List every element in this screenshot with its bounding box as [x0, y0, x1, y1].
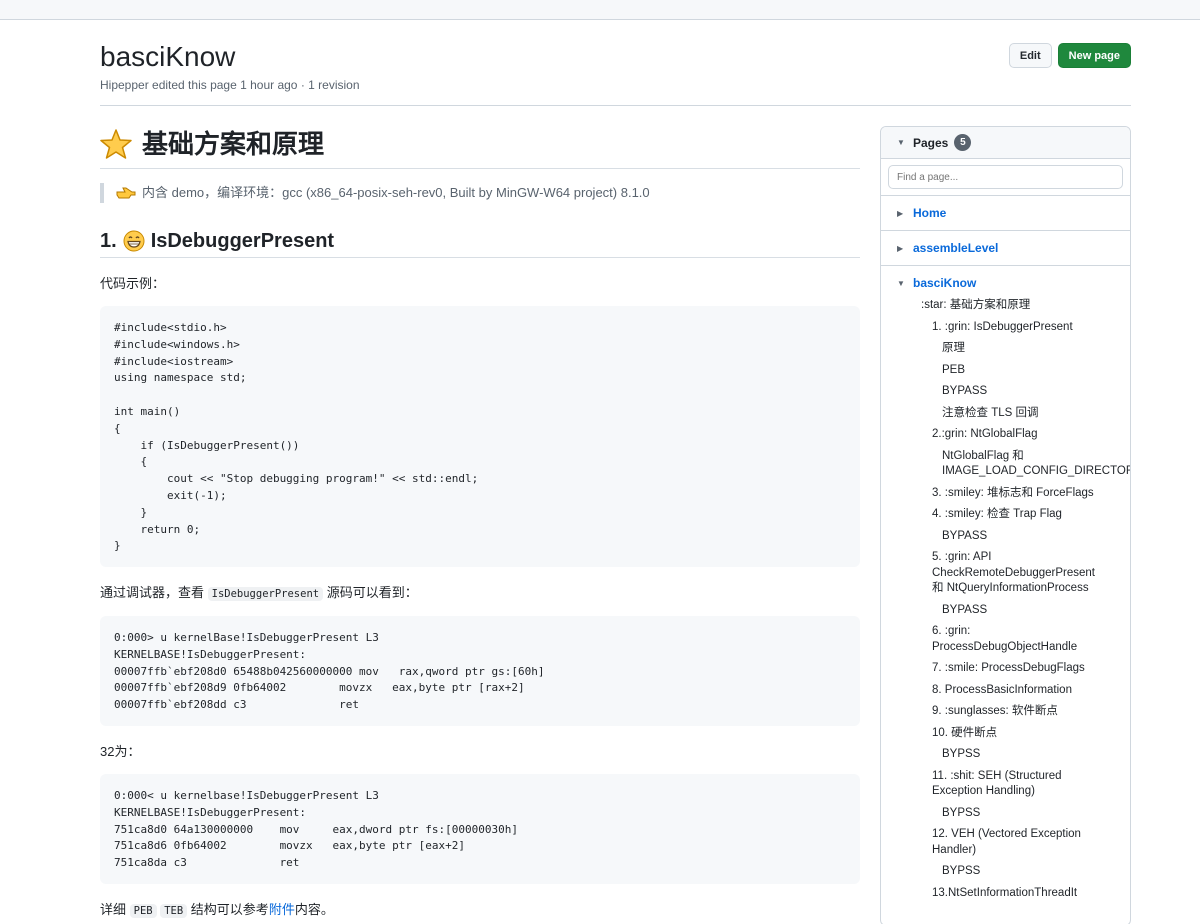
point-right-icon — [116, 187, 136, 199]
paragraph-text: 源码可以看到： — [323, 585, 418, 600]
heading-2: 1. IsDebuggerPresent — [100, 225, 860, 258]
toc-item[interactable]: BYPSS — [881, 747, 1130, 763]
code-block-disasm-32: 0:000< u kernelbase!IsDebuggerPresent L3… — [100, 774, 860, 884]
wiki-page-header: basciKnow Hipepper edited this page 1 ho… — [100, 40, 1131, 106]
paragraph-text: 详细 — [100, 902, 130, 917]
toc-item[interactable]: :star: 基础方案和原理 — [881, 298, 1130, 314]
toc-item[interactable]: 注意检查 TLS 回调 — [881, 406, 1130, 422]
toc-item[interactable]: 10. 硬件断点 — [881, 726, 1130, 742]
blockquote: 内含 demo，编译环境：gcc (x86_64-posix-seh-rev0,… — [100, 183, 860, 203]
page-title: basciKnow — [100, 41, 236, 72]
toc-item[interactable]: BYPSS — [881, 864, 1130, 880]
sidebar-page-label: Home — [913, 206, 947, 220]
pages-toggle[interactable]: ▼ Pages 5 — [881, 127, 1130, 159]
heading-1: 基础方案和原理 — [100, 124, 860, 169]
code-block-example: #include<stdio.h> #include<windows.h> #i… — [100, 306, 860, 567]
caret-right-icon: ▶ — [897, 208, 904, 218]
table-of-contents: :star: 基础方案和原理 1. :grin: IsDebuggerPresen… — [881, 290, 1130, 901]
paragraph-detail: 详细 PEB TEB 结构可以参考附件内容。 — [100, 900, 860, 921]
caret-down-icon: ▼ — [897, 138, 905, 147]
toc-item[interactable]: NtGlobalFlag 和 IMAGE_LOAD_CONFIG_DIRECTO… — [881, 449, 1130, 480]
code-block-disasm-64: 0:000> u kernelBase!IsDebuggerPresent L3… — [100, 616, 860, 726]
toc-item[interactable]: 1. :grin: IsDebuggerPresent — [881, 320, 1130, 336]
toc-item[interactable]: BYPASS — [881, 603, 1130, 619]
blockquote-text: 内含 demo，编译环境：gcc (x86_64-posix-seh-rev0,… — [142, 185, 650, 200]
pages-count-badge: 5 — [954, 134, 972, 151]
edit-button[interactable]: Edit — [1008, 43, 1052, 68]
sidebar-page-basciknow[interactable]: ▼ basciKnow — [881, 266, 1130, 290]
toc-item[interactable]: 3. :smiley: 堆标志和 ForceFlags — [881, 486, 1130, 502]
toc-item[interactable]: 6. :grin: ProcessDebugObjectHandle — [881, 624, 1130, 655]
pages-label: Pages — [913, 135, 949, 150]
toc-item[interactable]: 12. VEH (Vectored Exception Handler) — [881, 827, 1130, 858]
inline-code: IsDebuggerPresent — [207, 587, 324, 601]
paragraph-text: 内容。 — [294, 902, 334, 917]
caret-down-icon: ▼ — [897, 278, 905, 288]
header-actions: Edit New page — [1008, 43, 1131, 68]
toc-item[interactable]: 11. :shit: SEH (Structured Exception Han… — [881, 769, 1130, 800]
page-meta: Hipepper edited this page 1 hour ago · 1… — [100, 78, 360, 92]
inline-code: TEB — [160, 904, 188, 918]
toc-item[interactable]: 2.:grin: NtGlobalFlag — [881, 427, 1130, 443]
heading-2-text: IsDebuggerPresent — [150, 230, 335, 252]
sidebar-page-label: assembleLevel — [913, 241, 999, 255]
toc-item[interactable]: 7. :smile: ProcessDebugFlags — [881, 661, 1130, 677]
toc-item[interactable]: 8. ProcessBasicInformation — [881, 683, 1130, 699]
attachment-link[interactable]: 附件 — [269, 902, 295, 917]
toc-item[interactable]: 4. :smiley: 检查 Trap Flag — [881, 507, 1130, 523]
paragraph-text: 结构可以参考 — [187, 902, 269, 917]
paragraph-32: 32为： — [100, 744, 141, 759]
heading-1-text: 基础方案和原理 — [142, 129, 325, 159]
paragraph-debugger: 通过调试器，查看 IsDebuggerPresent 源码可以看到： — [100, 583, 860, 604]
new-page-button[interactable]: New page — [1057, 43, 1131, 68]
paragraph-code-example: 代码示例： — [100, 276, 166, 291]
sidebar-page-label: basciKnow — [913, 276, 977, 290]
top-bar — [0, 0, 1200, 20]
find-page-input[interactable] — [888, 165, 1123, 189]
toc-item[interactable]: BYPSS — [881, 806, 1130, 822]
toc-item[interactable]: BYPASS — [881, 384, 1130, 400]
wiki-content: 基础方案和原理 内含 demo，编译环境：gcc (x86_64-posix-s… — [100, 124, 860, 921]
sidebar-page-assemblelevel[interactable]: ▶ assembleLevel — [881, 231, 1130, 266]
toc-item[interactable]: 原理 — [881, 341, 1130, 357]
toc-item[interactable]: 5. :grin: API CheckRemoteDebuggerPresent… — [881, 550, 1130, 597]
toc-item[interactable]: PEB — [881, 363, 1130, 379]
grin-icon — [123, 230, 145, 252]
paragraph-text: 通过调试器，查看 — [100, 585, 208, 600]
toc-item[interactable]: 13.NtSetInformationThreadIt — [881, 886, 1130, 902]
sidebar-page-home[interactable]: ▶ Home — [881, 196, 1130, 231]
pages-sidebar: ▼ Pages 5 ▶ Home ▶ assembleLevel ▼ basci… — [880, 126, 1131, 924]
page-search — [881, 159, 1130, 196]
toc-item[interactable]: BYPASS — [881, 529, 1130, 545]
toc-item[interactable]: 9. :sunglasses: 软件断点 — [881, 704, 1130, 720]
heading-2-number: 1. — [100, 230, 117, 252]
caret-right-icon: ▶ — [897, 243, 904, 253]
inline-code: PEB — [129, 904, 157, 918]
star-icon — [100, 129, 132, 159]
